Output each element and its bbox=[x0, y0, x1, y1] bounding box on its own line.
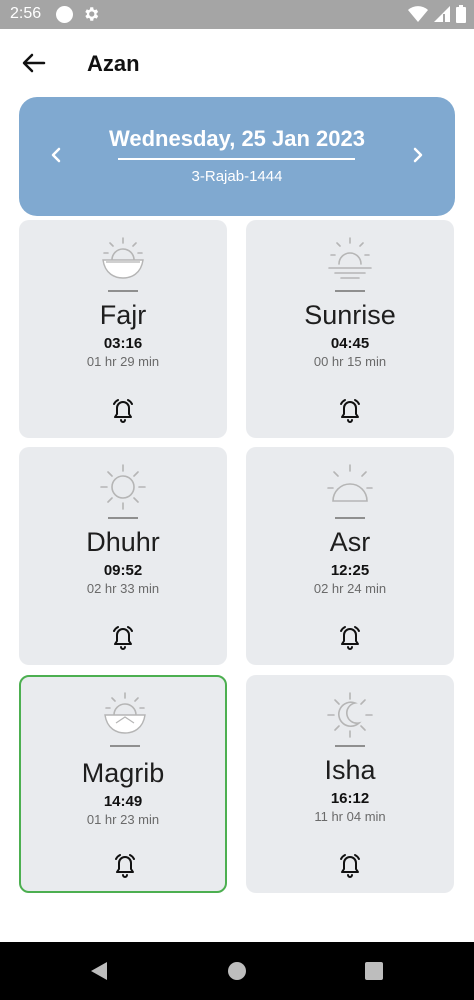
prayer-name: Asr bbox=[329, 527, 371, 557]
nav-recents-icon[interactable] bbox=[364, 961, 384, 981]
prayer-remaining: 02 hr 33 min bbox=[86, 581, 160, 596]
prayer-card-isha[interactable]: Isha 16:12 11 hr 04 min bbox=[246, 675, 454, 893]
sunset-bowl-icon bbox=[100, 689, 150, 739]
prayer-time: 04:45 bbox=[330, 335, 370, 352]
date-underline bbox=[118, 158, 355, 160]
back-button[interactable] bbox=[18, 49, 50, 77]
page-title: Azan bbox=[87, 51, 140, 76]
alarm-bell-icon[interactable] bbox=[338, 398, 362, 424]
next-day-button[interactable] bbox=[406, 143, 430, 167]
prayer-divider bbox=[108, 517, 138, 519]
alarm-bell-icon[interactable] bbox=[111, 625, 135, 651]
date-card: Wednesday, 25 Jan 2023 3-Rajab-1444 bbox=[19, 97, 455, 216]
sun-icon bbox=[98, 461, 148, 511]
arrow-back-icon bbox=[22, 53, 46, 73]
prayer-name: Dhuhr bbox=[86, 527, 160, 557]
prayer-remaining: 02 hr 24 min bbox=[313, 581, 387, 596]
prayer-card-sunrise[interactable]: Sunrise 04:45 00 hr 15 min bbox=[246, 220, 454, 438]
prayer-name: Isha bbox=[324, 755, 376, 785]
signal-icon bbox=[434, 6, 450, 22]
prayer-time: 09:52 bbox=[103, 562, 143, 579]
alarm-bell-icon[interactable] bbox=[338, 625, 362, 651]
prayer-remaining: 11 hr 04 min bbox=[314, 809, 386, 824]
app-bar: Azan bbox=[0, 29, 474, 97]
prayer-card-fajr[interactable]: Fajr 03:16 01 hr 29 min bbox=[19, 220, 227, 438]
prayer-name: Magrib bbox=[81, 758, 165, 788]
chevron-right-icon bbox=[413, 147, 423, 163]
system-nav-bar bbox=[0, 942, 474, 1000]
prayer-time: 03:16 bbox=[103, 335, 143, 352]
half-sun-icon bbox=[325, 461, 375, 511]
prayer-card-dhuhr[interactable]: Dhuhr 09:52 02 hr 33 min bbox=[19, 447, 227, 665]
prayer-name: Fajr bbox=[99, 300, 147, 330]
notification-dot-icon bbox=[56, 6, 73, 23]
status-icons bbox=[408, 5, 466, 23]
prayer-divider bbox=[335, 517, 365, 519]
prayer-card-magrib[interactable]: Magrib 14:49 01 hr 23 min bbox=[19, 675, 227, 893]
nav-back-icon[interactable] bbox=[89, 961, 109, 981]
prayer-divider bbox=[335, 290, 365, 292]
status-time: 2:56 bbox=[10, 5, 42, 22]
gregorian-date: Wednesday, 25 Jan 2023 bbox=[109, 126, 365, 151]
hijri-date: 3-Rajab-1444 bbox=[191, 168, 283, 185]
prayer-divider bbox=[110, 745, 140, 747]
prayer-time: 12:25 bbox=[330, 562, 370, 579]
wifi-icon bbox=[408, 6, 428, 22]
status-bar: 2:56 bbox=[0, 0, 474, 29]
prayer-time: 16:12 bbox=[330, 790, 370, 807]
alarm-bell-icon[interactable] bbox=[111, 398, 135, 424]
prayer-remaining: 01 hr 29 min bbox=[86, 354, 160, 369]
prayer-remaining: 01 hr 23 min bbox=[86, 812, 160, 827]
prayer-divider bbox=[108, 290, 138, 292]
battery-icon bbox=[456, 5, 466, 23]
alarm-bell-icon[interactable] bbox=[338, 853, 362, 879]
prayer-remaining: 00 hr 15 min bbox=[313, 354, 387, 369]
alarm-bell-icon[interactable] bbox=[113, 853, 137, 879]
prayer-time: 14:49 bbox=[103, 793, 143, 810]
prayer-divider bbox=[335, 745, 365, 747]
prayer-name: Sunrise bbox=[304, 300, 396, 330]
settings-gear-icon bbox=[85, 7, 99, 21]
sun-horizon-icon bbox=[325, 234, 375, 284]
moon-icon bbox=[325, 689, 375, 739]
nav-home-icon[interactable] bbox=[227, 961, 247, 981]
sunrise-bowl-icon bbox=[98, 234, 148, 284]
prayer-card-asr[interactable]: Asr 12:25 02 hr 24 min bbox=[246, 447, 454, 665]
